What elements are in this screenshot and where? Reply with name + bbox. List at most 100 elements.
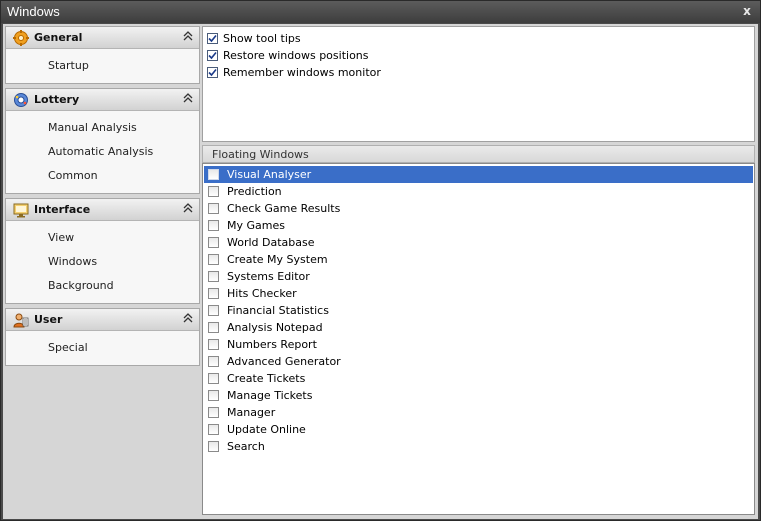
checkbox-unchecked[interactable] [208, 254, 219, 265]
checkbox-unchecked[interactable] [208, 339, 219, 350]
floating-windows-list[interactable]: Visual Analyser Prediction Check Game Resu… [202, 163, 755, 515]
nav-group-title: User [34, 313, 63, 326]
nav-group-body: Manual Analysis Automatic Analysis Commo… [6, 111, 199, 193]
nav-group-body: Startup [6, 49, 199, 83]
nav-group-interface: Interface View Windows Background [5, 198, 200, 304]
dialog-body: General Startup Lottery Manual Analysis … [3, 24, 758, 519]
floating-window-label: Update Online [227, 423, 306, 436]
floating-windows-header: Floating Windows [202, 145, 755, 163]
monitor-icon [13, 202, 29, 218]
nav-group-title: General [34, 31, 83, 44]
floating-window-item[interactable]: Manage Tickets [204, 387, 753, 404]
nav-item-background[interactable]: Background [6, 274, 199, 298]
floating-window-item[interactable]: Update Online [204, 421, 753, 438]
close-button[interactable]: x [740, 4, 754, 18]
floating-window-item[interactable]: World Database [204, 234, 753, 251]
nav-group-title: Lottery [34, 93, 80, 106]
checkbox-unchecked[interactable] [208, 373, 219, 384]
collapse-chevron-icon[interactable] [183, 93, 193, 105]
floating-window-label: World Database [227, 236, 315, 249]
floating-window-label: Manage Tickets [227, 389, 313, 402]
nav-item-special[interactable]: Special [6, 336, 199, 360]
nav-group-user: User Special [5, 308, 200, 366]
window-title: Windows [7, 4, 60, 19]
floating-window-label: Create Tickets [227, 372, 306, 385]
floating-window-item[interactable]: Create My System [204, 251, 753, 268]
collapse-chevron-icon[interactable] [183, 203, 193, 215]
floating-window-item[interactable]: Create Tickets [204, 370, 753, 387]
floating-window-label: Advanced Generator [227, 355, 341, 368]
checkbox-unchecked[interactable] [208, 356, 219, 367]
nav-group-header-lottery[interactable]: Lottery [6, 89, 199, 111]
checkbox-unchecked[interactable] [208, 220, 219, 231]
gear-icon [13, 30, 29, 46]
nav-group-general: General Startup [5, 26, 200, 84]
nav-item-startup[interactable]: Startup [6, 54, 199, 78]
nav-group-header-general[interactable]: General [6, 27, 199, 49]
checkbox-unchecked[interactable] [208, 186, 219, 197]
collapse-chevron-icon[interactable] [183, 31, 193, 43]
checkbox-checked[interactable] [207, 32, 218, 44]
checkbox-unchecked[interactable] [208, 424, 219, 435]
nav-group-header-user[interactable]: User [6, 309, 199, 331]
checkbox-unchecked[interactable] [208, 203, 219, 214]
floating-window-item[interactable]: Analysis Notepad [204, 319, 753, 336]
floating-window-label: Financial Statistics [227, 304, 329, 317]
nav-group-body: Special [6, 331, 199, 365]
checkbox-checked[interactable] [207, 49, 218, 61]
checkbox-unchecked[interactable] [208, 322, 219, 333]
floating-window-item[interactable]: My Games [204, 217, 753, 234]
settings-nav: General Startup Lottery Manual Analysis … [5, 26, 200, 516]
option-label: Restore windows positions [223, 48, 369, 62]
title-bar[interactable]: Windows x [1, 1, 760, 23]
floating-window-item[interactable]: Prediction [204, 183, 753, 200]
nav-item-automatic-analysis[interactable]: Automatic Analysis [6, 140, 199, 164]
checkbox-unchecked[interactable] [208, 288, 219, 299]
floating-window-label: Numbers Report [227, 338, 317, 351]
nav-group-body: View Windows Background [6, 221, 199, 303]
floating-window-item[interactable]: Manager [204, 404, 753, 421]
checkbox-unchecked[interactable] [208, 271, 219, 282]
windows-dialog: Windows x General Startup Lottery Manual… [0, 0, 761, 521]
floating-window-label: Systems Editor [227, 270, 310, 283]
checkbox-unchecked[interactable] [208, 441, 219, 452]
checkbox-unchecked[interactable] [208, 390, 219, 401]
floating-window-label: Prediction [227, 185, 282, 198]
checkbox-unchecked[interactable] [208, 407, 219, 418]
floating-window-item[interactable]: Check Game Results [204, 200, 753, 217]
option-label: Remember windows monitor [223, 65, 381, 79]
option-label: Show tool tips [223, 31, 301, 45]
floating-window-item[interactable]: Systems Editor [204, 268, 753, 285]
floating-window-item[interactable]: Visual Analyser [204, 166, 753, 183]
checkbox-unchecked[interactable] [208, 305, 219, 316]
floating-window-item[interactable]: Numbers Report [204, 336, 753, 353]
floating-window-label: Manager [227, 406, 276, 419]
nav-item-view[interactable]: View [6, 226, 199, 250]
floating-window-item[interactable]: Advanced Generator [204, 353, 753, 370]
checkbox-checked[interactable] [207, 66, 218, 78]
option-restore-windows-positions[interactable]: Restore windows positions [207, 47, 369, 63]
lottery-balls-icon [13, 92, 29, 108]
floating-window-label: Check Game Results [227, 202, 341, 215]
checkbox-unchecked[interactable] [208, 169, 219, 180]
nav-group-title: Interface [34, 203, 91, 216]
floating-windows-title: Floating Windows [212, 148, 309, 161]
floating-window-label: Create My System [227, 253, 328, 266]
collapse-chevron-icon[interactable] [183, 313, 193, 325]
floating-window-label: Visual Analyser [227, 168, 312, 181]
user-icon [13, 312, 29, 328]
floating-window-label: Analysis Notepad [227, 321, 323, 334]
nav-item-manual-analysis[interactable]: Manual Analysis [6, 116, 199, 140]
floating-window-label: Hits Checker [227, 287, 297, 300]
floating-window-item[interactable]: Financial Statistics [204, 302, 753, 319]
nav-group-lottery: Lottery Manual Analysis Automatic Analys… [5, 88, 200, 194]
option-remember-windows-monitor[interactable]: Remember windows monitor [207, 64, 381, 80]
option-show-tool-tips[interactable]: Show tool tips [207, 30, 301, 46]
nav-item-windows[interactable]: Windows [6, 250, 199, 274]
window-options-panel: Show tool tips Restore windows positions… [202, 26, 755, 142]
nav-group-header-interface[interactable]: Interface [6, 199, 199, 221]
checkbox-unchecked[interactable] [208, 237, 219, 248]
floating-window-item[interactable]: Search [204, 438, 753, 455]
nav-item-common[interactable]: Common [6, 164, 199, 188]
floating-window-item[interactable]: Hits Checker [204, 285, 753, 302]
